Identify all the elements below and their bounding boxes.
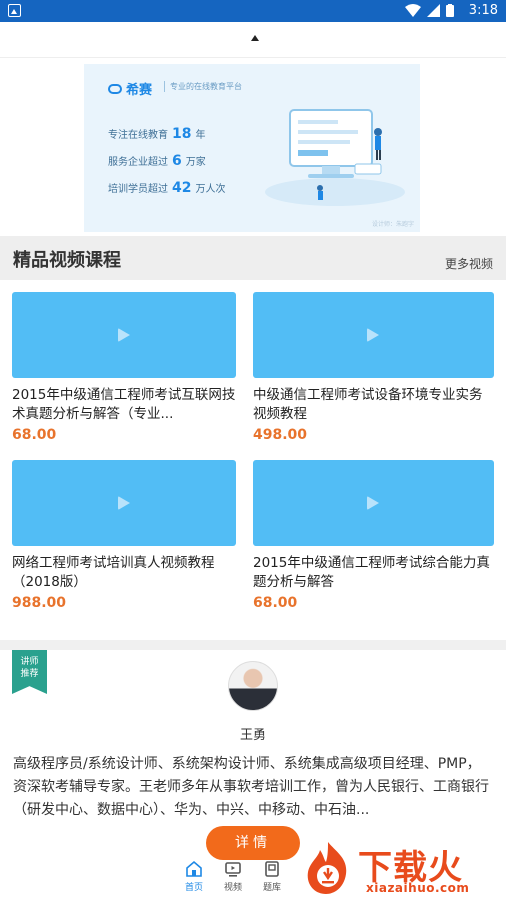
teacher-avatar[interactable]	[228, 661, 278, 711]
course-card[interactable]: 网络工程师考试培训真人视频教程（2018版） 988.00	[12, 460, 236, 611]
stat-prefix: 培训学员超过	[108, 184, 168, 195]
play-icon	[367, 496, 379, 510]
status-icons	[405, 4, 454, 17]
play-icon	[118, 328, 130, 342]
question-bank-icon	[265, 861, 279, 877]
course-price: 498.00	[253, 427, 308, 443]
banner-logo-text: 希赛	[126, 83, 153, 98]
top-bar	[0, 22, 506, 58]
banner-stat-companies: 服务企业超过 6 万家	[108, 153, 206, 169]
notification-app-icon	[8, 4, 21, 17]
home-icon	[186, 860, 202, 877]
watermark-logo: 下载火 xiazaihuo.com	[296, 838, 506, 900]
collapse-arrow-icon[interactable]	[251, 35, 259, 41]
battery-icon	[446, 4, 454, 17]
course-title: 2015年中级通信工程师考试综合能力真题分析与解答	[253, 555, 490, 590]
banner-stat-years: 专注在线教育 18 年	[108, 126, 205, 142]
banner-slogan: 专业的在线教育平台	[164, 81, 242, 92]
teacher-bio: 高级程序员/系统设计师、系统架构设计师、系统集成高级项目经理、PMP，资深软考辅…	[13, 756, 489, 818]
watermark-en-text: xiazaihuo.com	[366, 881, 470, 895]
section-divider	[0, 640, 506, 650]
flame-logo-icon	[307, 842, 347, 894]
teacher-recommend-badge: 讲师 推荐	[12, 650, 47, 694]
nav-label: 视频	[223, 883, 242, 893]
nav-video[interactable]: 视频	[215, 860, 251, 893]
course-thumbnail[interactable]	[12, 292, 236, 378]
detail-button[interactable]: 详情	[206, 826, 300, 860]
nav-label: 首页	[184, 883, 203, 893]
course-card[interactable]: 2015年中级通信工程师考试综合能力真题分析与解答 68.00	[253, 460, 494, 611]
course-thumbnail[interactable]	[12, 460, 236, 546]
course-thumbnail[interactable]	[253, 460, 494, 546]
nav-question-bank[interactable]: 题库	[254, 860, 290, 893]
video-icon	[225, 862, 241, 877]
nav-home[interactable]: 首页	[176, 860, 212, 893]
stat-number: 6	[172, 153, 182, 169]
stat-prefix: 服务企业超过	[108, 157, 168, 168]
stat-number: 42	[172, 180, 192, 196]
course-card[interactable]: 2015年中级通信工程师考试互联网技术真题分析与解答（专业... 68.00	[12, 292, 236, 443]
promo-banner[interactable]: 希赛 专业的在线教育平台 专注在线教育 18 年 服务企业超过 6 万家 培训学…	[84, 64, 420, 232]
nav-label: 题库	[262, 883, 281, 893]
wifi-icon	[405, 4, 421, 17]
badge-line: 推荐	[20, 669, 39, 679]
section-header: 精品视频课程 更多视频	[0, 236, 506, 280]
more-videos-link[interactable]: 更多视频	[445, 255, 493, 272]
badge-line: 讲师	[20, 657, 39, 667]
course-price: 988.00	[12, 595, 67, 611]
status-bar: 3:18	[0, 0, 506, 22]
signal-icon	[427, 4, 440, 17]
section-title: 精品视频课程	[13, 250, 121, 271]
stat-suffix: 万人次	[195, 184, 226, 195]
course-title: 2015年中级通信工程师考试互联网技术真题分析与解答（专业...	[12, 387, 236, 422]
course-title: 中级通信工程师考试设备环境专业实务视频教程	[253, 387, 483, 422]
banner-illustration	[265, 109, 405, 206]
play-icon	[118, 496, 130, 510]
teacher-name: 王勇	[239, 728, 266, 743]
course-price: 68.00	[12, 427, 57, 443]
stat-number: 18	[172, 126, 192, 142]
stat-prefix: 专注在线教育	[108, 130, 168, 141]
banner-logo: 希赛	[108, 79, 152, 98]
course-card[interactable]: 中级通信工程师考试设备环境专业实务视频教程 498.00	[253, 292, 494, 443]
logo-mark-icon	[108, 83, 122, 94]
banner-credit: 设计师：朱跑字	[371, 221, 414, 228]
status-time: 3:18	[468, 3, 498, 18]
course-price: 68.00	[253, 595, 298, 611]
stat-suffix: 年	[195, 130, 206, 141]
play-icon	[367, 328, 379, 342]
course-thumbnail[interactable]	[253, 292, 494, 378]
course-title: 网络工程师考试培训真人视频教程（2018版）	[12, 555, 215, 590]
stat-suffix: 万家	[185, 157, 206, 168]
banner-stat-students: 培训学员超过 42 万人次	[108, 180, 225, 196]
